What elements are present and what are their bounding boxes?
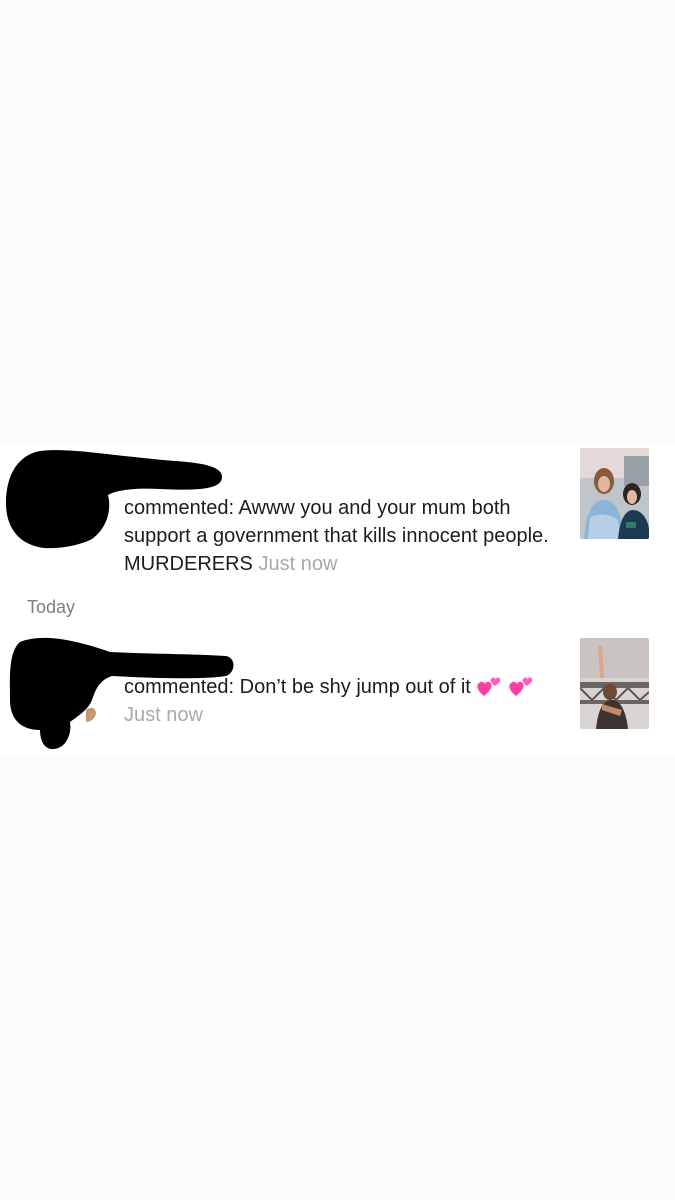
timestamp: Just now [258,553,338,575]
notification-item[interactable]: commented: Awww you and your mum both su… [0,445,675,595]
comment-body: Don’t be shy jump out of it [239,676,471,698]
comment-action: commented: [124,497,235,519]
two-hearts-icon [508,675,534,697]
notification-item[interactable]: commented: Don’t be shy jump out of it J… [0,630,675,750]
two-hearts-icon [476,675,502,697]
timestamp: Just now [124,704,203,726]
video-thumbnail[interactable] [580,448,649,539]
comment-action: commented: [124,676,235,698]
comment-text: commented: Don’t be shy jump out of it J… [124,673,564,729]
section-label-today: Today [27,597,76,617]
video-thumbnail[interactable] [580,638,649,729]
comment-text: commented: Awww you and your mum both su… [124,494,564,578]
